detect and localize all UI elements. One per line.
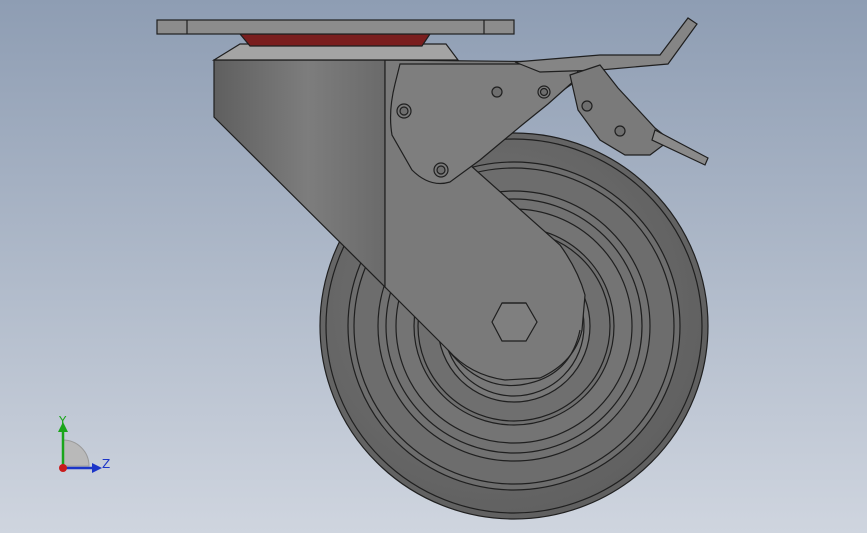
axis-triad: Y Z	[40, 408, 120, 483]
caster-model[interactable]	[0, 0, 867, 533]
y-axis-label: Y	[59, 414, 67, 428]
cad-viewport[interactable]: Y Z	[0, 0, 867, 533]
pivot-pin	[581, 100, 593, 112]
mounting-plate	[156, 19, 515, 35]
swivel-bearing	[238, 33, 432, 47]
pivot-pin	[614, 125, 626, 137]
x-axis-dot	[59, 464, 67, 472]
rivet	[491, 86, 503, 98]
z-axis-label: Z	[102, 457, 111, 471]
